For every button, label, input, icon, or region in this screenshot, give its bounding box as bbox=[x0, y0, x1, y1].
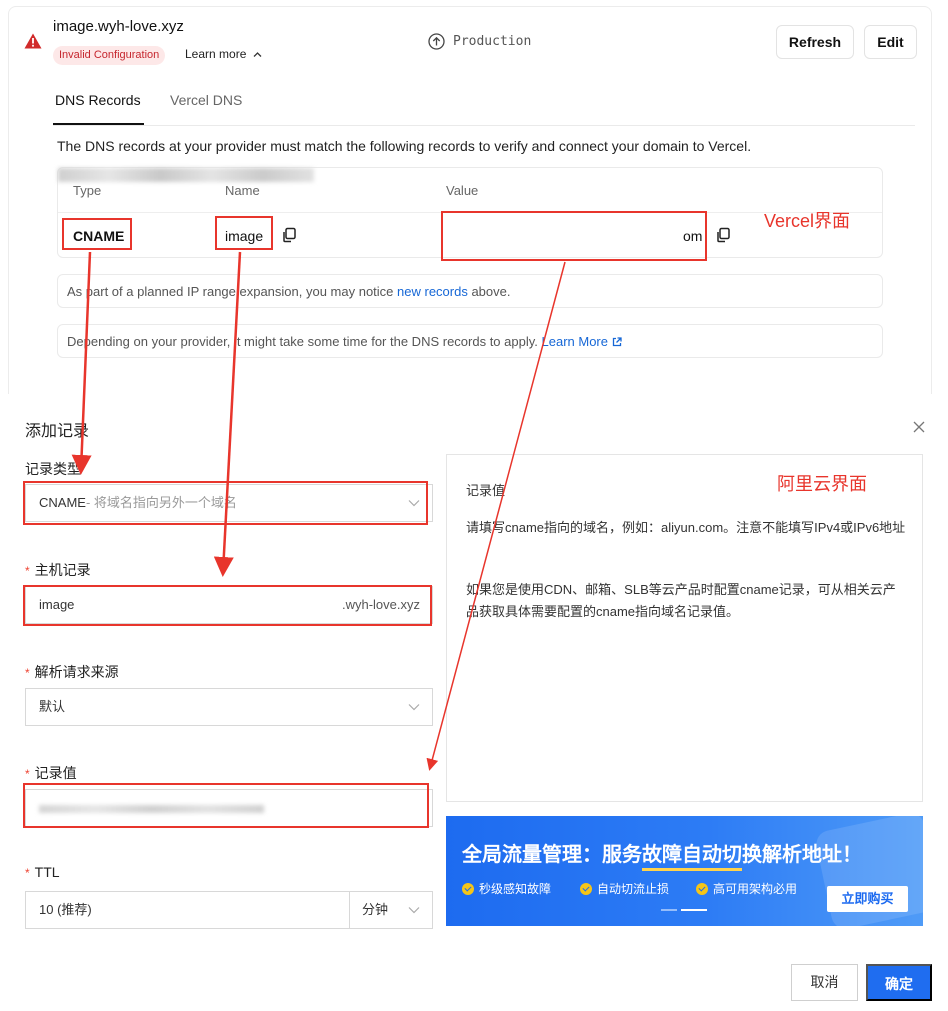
propagation-note: Depending on your provider, it might tak… bbox=[57, 324, 883, 358]
tab-dns-records[interactable]: DNS Records bbox=[55, 92, 141, 108]
ttl-unit-select[interactable]: 分钟 bbox=[349, 891, 433, 929]
column-header-type: Type bbox=[73, 183, 102, 198]
refresh-button[interactable]: Refresh bbox=[776, 25, 854, 59]
banner-feature: 秒级感知故障 bbox=[462, 880, 551, 897]
host-record-label-text: 主机记录 bbox=[34, 562, 91, 578]
external-link-icon[interactable] bbox=[612, 337, 622, 347]
copy-icon[interactable] bbox=[281, 227, 297, 243]
confirm-button[interactable]: 确定 bbox=[866, 964, 932, 1001]
learn-more-toggle[interactable]: Learn more bbox=[185, 47, 262, 61]
required-mark: * bbox=[25, 866, 30, 880]
new-records-link[interactable]: new records bbox=[397, 284, 468, 299]
record-type-label: 记录类型 bbox=[25, 461, 81, 477]
environment-indicator: Production bbox=[428, 33, 531, 50]
source-label: * 解析请求来源 bbox=[25, 662, 119, 682]
note-text: above. bbox=[467, 284, 511, 299]
note-text: Depending on your provider, it might tak… bbox=[67, 334, 542, 349]
banner-underline bbox=[642, 868, 742, 871]
highlight-type bbox=[62, 218, 132, 250]
learn-more-link[interactable]: Learn More bbox=[542, 334, 608, 349]
column-header-value: Value bbox=[446, 183, 479, 198]
ttl-label-text: TTL bbox=[34, 864, 60, 880]
ttl-label: * TTL bbox=[25, 864, 60, 880]
aliyun-annotation: 阿里云界面 bbox=[777, 474, 867, 494]
record-value-help-panel: 记录值 请填写cname指向的域名，例如：aliyun.com。注意不能填写IP… bbox=[446, 454, 923, 802]
ttl-value: 10 (推荐) bbox=[39, 902, 92, 917]
environment-label: Production bbox=[453, 34, 532, 49]
source-select[interactable]: 默认 bbox=[25, 688, 433, 726]
help-text: 如果您是使用CDN、邮箱、SLB等云产品时配置cname记录，可从相关云产品获取… bbox=[466, 582, 896, 619]
banner-feature: 自动切流止损 bbox=[580, 880, 669, 897]
carousel-dot-active[interactable] bbox=[681, 909, 707, 911]
chevron-up-icon bbox=[253, 52, 262, 57]
required-mark: * bbox=[25, 767, 30, 781]
banner-feature: 高可用架构必用 bbox=[696, 880, 797, 897]
record-value-blurred bbox=[58, 168, 314, 182]
highlight-value bbox=[441, 211, 707, 261]
help-text: 请填写cname指向的域名，例如：aliyun.com。注意不能填写IPv4或I… bbox=[466, 520, 906, 535]
banner-feature-text: 高可用架构必用 bbox=[713, 882, 798, 896]
active-tab-indicator bbox=[53, 123, 144, 125]
highlight-record-value bbox=[23, 783, 429, 828]
tab-vercel-dns[interactable]: Vercel DNS bbox=[170, 92, 242, 108]
promo-banner[interactable]: 全局流量管理：服务故障自动切换解析地址！ 秒级感知故障 自动切流止损 高可用架构… bbox=[446, 816, 923, 926]
banner-feature-text: 自动切流止损 bbox=[597, 882, 670, 896]
ttl-unit-value: 分钟 bbox=[362, 902, 389, 917]
carousel-dot[interactable] bbox=[661, 909, 677, 911]
check-icon bbox=[462, 882, 474, 895]
edit-button[interactable]: Edit bbox=[864, 25, 917, 59]
source-label-text: 解析请求来源 bbox=[34, 664, 119, 680]
learn-more-label: Learn more bbox=[185, 47, 247, 61]
record-value-label-text: 记录值 bbox=[34, 765, 77, 781]
check-icon bbox=[580, 882, 592, 895]
ip-expansion-note: As part of a planned IP range expansion,… bbox=[57, 274, 883, 308]
note-text: As part of a planned IP range expansion,… bbox=[67, 284, 398, 299]
help-title: 记录值 bbox=[466, 483, 506, 498]
copy-icon[interactable] bbox=[715, 227, 731, 243]
vercel-annotation: Vercel界面 bbox=[764, 211, 851, 231]
column-header-name: Name bbox=[225, 183, 260, 198]
domain-title[interactable]: image.wyh-love.xyz bbox=[53, 18, 184, 35]
record-value-label: * 记录值 bbox=[25, 763, 77, 783]
banner-feature-text: 秒级感知故障 bbox=[479, 882, 552, 896]
required-mark: * bbox=[25, 666, 30, 680]
dns-description: The DNS records at your provider must ma… bbox=[57, 138, 752, 154]
status-badge: Invalid Configuration bbox=[53, 46, 166, 65]
chevron-down-icon bbox=[408, 907, 420, 914]
cancel-button[interactable]: 取消 bbox=[791, 964, 858, 1001]
highlight-host-record bbox=[23, 585, 432, 626]
banner-title: 全局流量管理：服务故障自动切换解析地址！ bbox=[462, 844, 862, 866]
dns-tabs: DNS Records Vercel DNS bbox=[53, 82, 915, 126]
source-value: 默认 bbox=[39, 699, 66, 714]
dialog-title: 添加记录 bbox=[25, 423, 90, 440]
check-icon bbox=[696, 882, 708, 895]
highlight-name bbox=[215, 216, 273, 250]
ttl-input[interactable]: 10 (推荐) bbox=[25, 891, 350, 929]
buy-now-button[interactable]: 立即购买 bbox=[827, 886, 908, 912]
highlight-record-type bbox=[23, 481, 428, 525]
arrow-up-circle-icon bbox=[428, 33, 445, 50]
required-mark: * bbox=[25, 564, 30, 578]
chevron-down-icon bbox=[408, 704, 420, 711]
host-record-label: * 主机记录 bbox=[25, 560, 91, 580]
close-icon[interactable] bbox=[912, 420, 926, 434]
carousel-indicator bbox=[661, 909, 707, 911]
warning-icon bbox=[24, 33, 42, 49]
